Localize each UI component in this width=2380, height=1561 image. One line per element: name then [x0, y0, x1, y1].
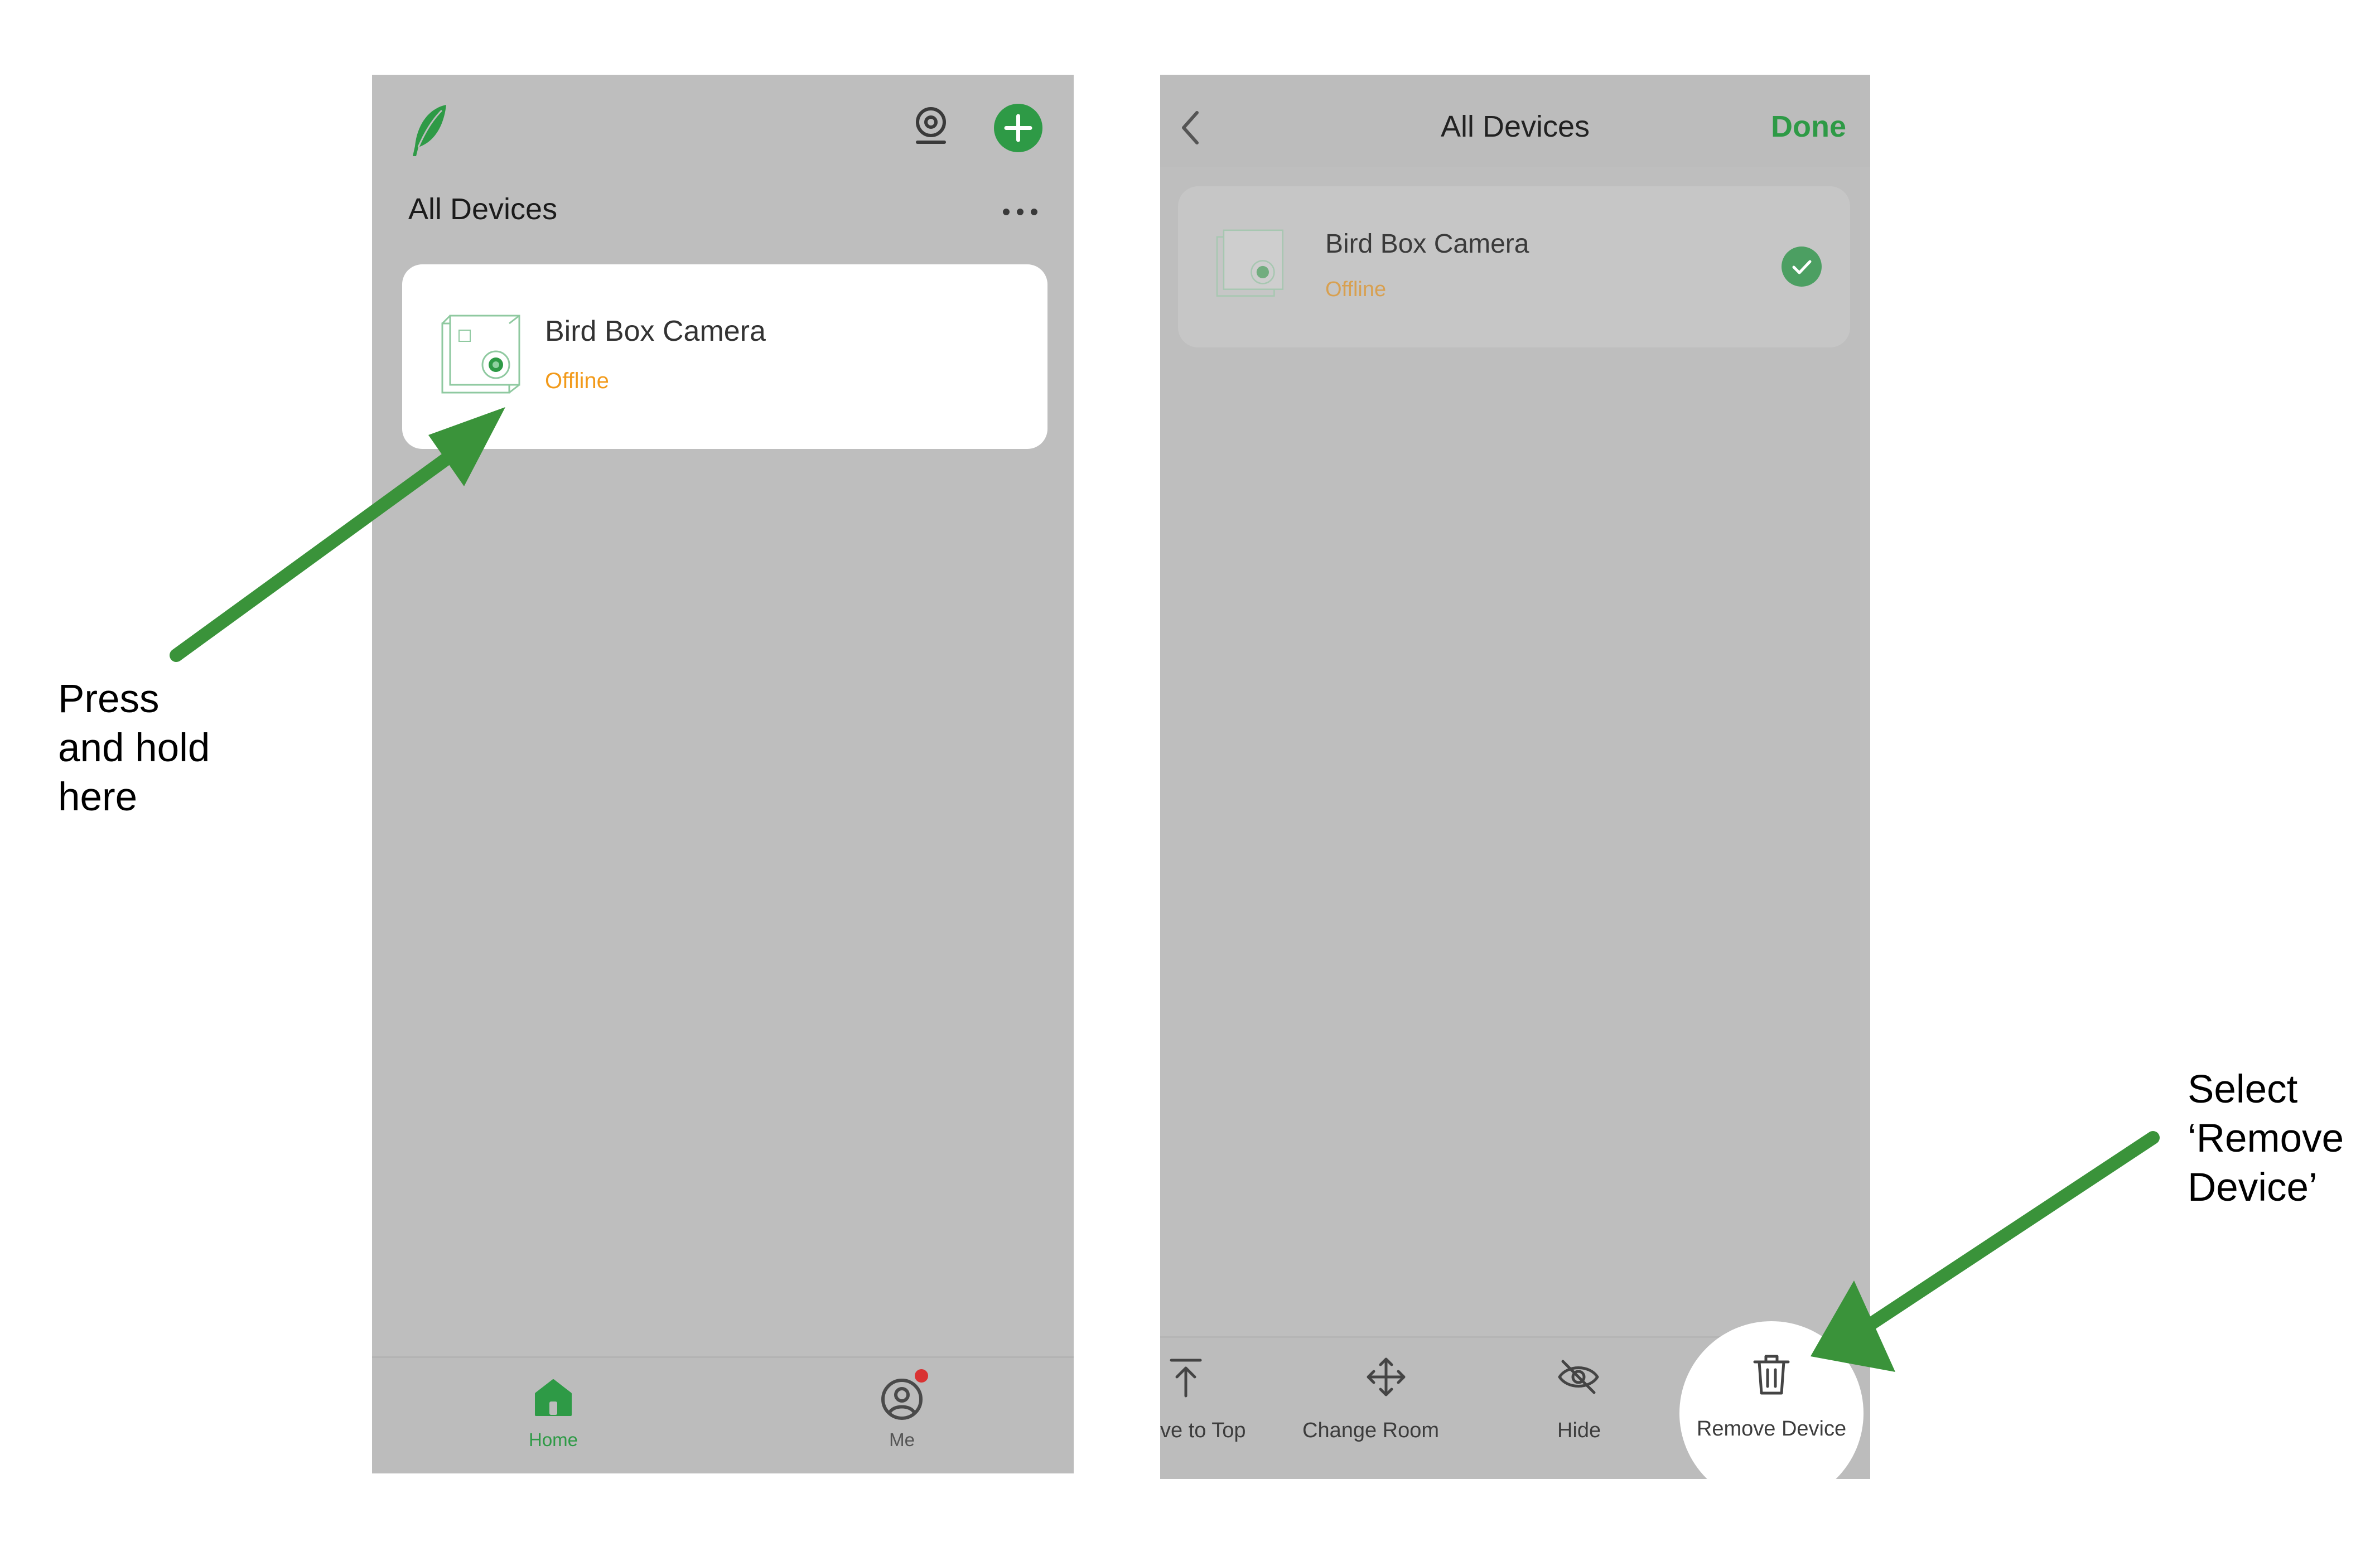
header: All Devices Done [1160, 75, 1870, 167]
feather-icon [413, 105, 446, 156]
annotation-line: Press [58, 677, 160, 721]
user-icon [881, 1379, 923, 1420]
annotation-press-and-hold: Press and hold here [58, 675, 309, 822]
annotation-select-remove-device: Select ‘Remove Device’ [2188, 1065, 2380, 1212]
home-screen: All Devices Bird Box Camera Offline Home [372, 75, 1074, 1473]
notification-badge [915, 1369, 928, 1383]
change-room-button[interactable]: Change Room [1302, 1338, 1470, 1479]
device-status: Offline [545, 369, 609, 393]
move-arrows-icon [1367, 1357, 1406, 1396]
tab-me[interactable]: Me [866, 1369, 938, 1464]
section-title: All Devices [408, 192, 558, 226]
move-to-top-icon [1170, 1359, 1202, 1398]
remove-device-label: Remove Device [1696, 1417, 1847, 1441]
camera-icon[interactable] [912, 105, 950, 150]
add-device-button[interactable] [994, 104, 1042, 152]
tab-me-label: Me [889, 1429, 915, 1450]
annotation-line: Device’ [2188, 1166, 2318, 1210]
tab-home[interactable]: Home [517, 1369, 590, 1464]
move-to-top-button[interactable]: ve to Top [1160, 1338, 1272, 1479]
page-title: All Devices [1440, 110, 1590, 143]
tab-bar: Home Me [372, 1356, 1074, 1473]
tab-home-label: Home [528, 1429, 578, 1450]
device-card[interactable]: Bird Box Camera Offline [402, 264, 1047, 449]
annotation-line: here [58, 775, 138, 819]
annotation-line: Select [2188, 1067, 2298, 1111]
more-dots-icon[interactable] [1001, 206, 1040, 218]
device-card-selected[interactable]: Bird Box Camera Offline [1178, 186, 1850, 347]
hide-label: Hide [1557, 1419, 1601, 1442]
checkmark-icon [1792, 260, 1812, 274]
home-icon [535, 1379, 572, 1416]
bird-box-camera-icon [441, 315, 520, 394]
annotation-line: and hold [58, 726, 210, 770]
device-name: Bird Box Camera [545, 315, 766, 347]
selected-checkbox[interactable] [1782, 247, 1822, 287]
device-name: Bird Box Camera [1325, 229, 1529, 259]
plus-icon [1004, 114, 1032, 142]
change-room-label: Change Room [1302, 1419, 1440, 1442]
device-status: Offline [1325, 278, 1387, 301]
done-button[interactable]: Done [1771, 109, 1846, 144]
edit-devices-screen: All Devices Done Bird Box Camera Offline… [1160, 75, 1870, 1479]
hide-button[interactable]: Hide [1551, 1338, 1629, 1479]
annotation-line: ‘Remove [2188, 1117, 2344, 1161]
trash-icon [1753, 1355, 1790, 1395]
move-to-top-label: ve to Top [1160, 1419, 1246, 1442]
eye-slash-icon [1558, 1360, 1599, 1394]
bird-box-camera-icon [1216, 229, 1284, 297]
